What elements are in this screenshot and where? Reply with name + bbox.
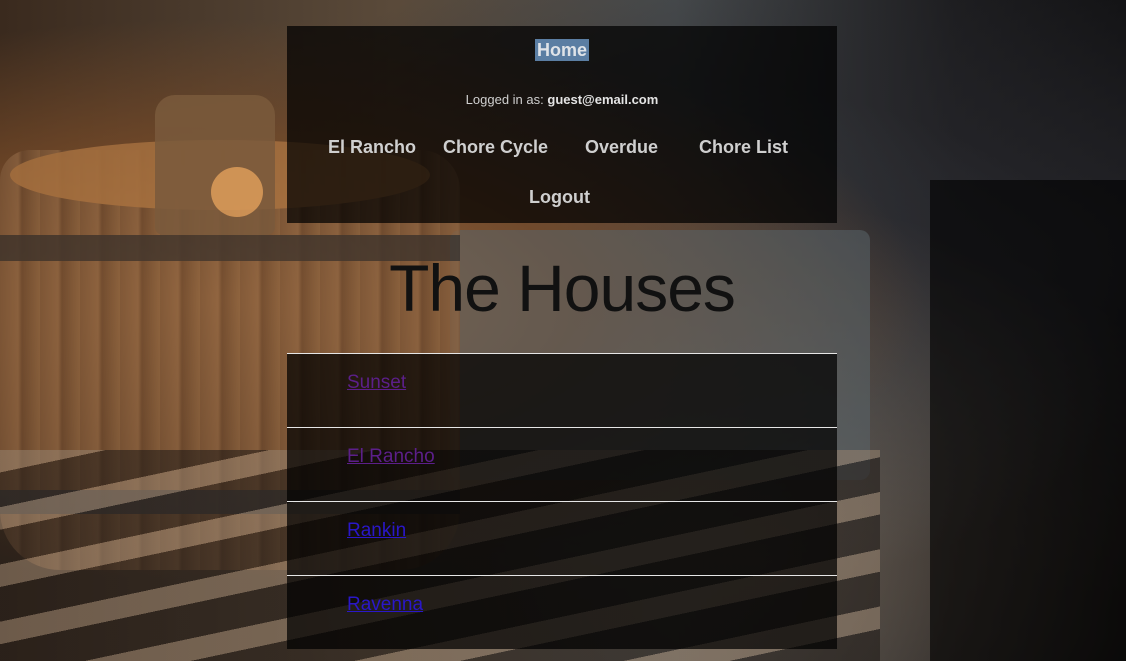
home-link-label[interactable]: Home <box>534 39 589 61</box>
home-link[interactable]: Home <box>287 39 837 61</box>
nav-item-el-rancho[interactable]: El Rancho <box>328 137 416 158</box>
logged-in-prefix: Logged in as: <box>465 92 544 107</box>
nav-item-chore-list[interactable]: Chore List <box>699 137 788 158</box>
house-link-el-rancho[interactable]: El Rancho <box>347 446 435 468</box>
top-navigation: Home Logged in as: guest@email.com El Ra… <box>287 26 837 223</box>
page-title: The Houses <box>389 251 736 325</box>
list-item: Ravenna <box>287 575 837 649</box>
logged-in-status: Logged in as: guest@email.com <box>287 92 837 107</box>
nav-item-logout[interactable]: Logout <box>529 187 590 208</box>
bucket-handle <box>155 95 275 235</box>
house-list: Sunset El Rancho Rankin Ravenna <box>287 353 837 649</box>
list-item: Rankin <box>287 501 837 575</box>
list-item: Sunset <box>287 353 837 427</box>
bucket-handle-hole <box>211 167 263 217</box>
list-item: El Rancho <box>287 427 837 501</box>
background-shadow <box>930 180 1126 661</box>
house-link-sunset[interactable]: Sunset <box>347 372 406 394</box>
house-link-ravenna[interactable]: Ravenna <box>347 594 423 616</box>
user-email: guest@email.com <box>547 92 659 107</box>
nav-item-overdue[interactable]: Overdue <box>585 137 658 158</box>
nav-item-chore-cycle[interactable]: Chore Cycle <box>443 137 548 158</box>
house-link-rankin[interactable]: Rankin <box>347 520 406 542</box>
